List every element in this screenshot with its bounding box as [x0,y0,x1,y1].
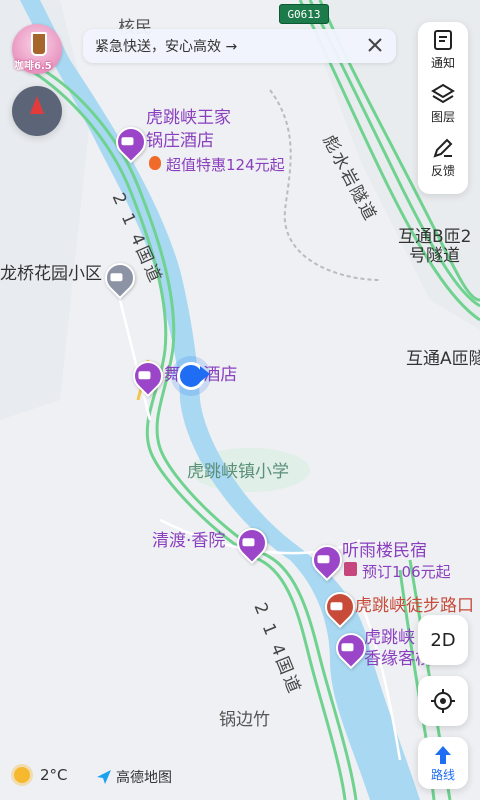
qingdu-label[interactable]: 清渡·香院 [152,531,225,551]
feedback-edit-icon [433,138,453,158]
close-icon[interactable] [366,36,384,54]
mode-2d-label: 2D [430,629,456,651]
compass-icon [30,96,44,114]
route-button[interactable]: 路线 [418,737,468,789]
coffee-ad-badge[interactable]: 咖啡6.5 [12,24,62,74]
coffee-ad-text: 咖啡6.5 [14,61,52,72]
xiangyuan-line1[interactable]: 虎跳峡 [364,628,415,648]
notify-label: 通知 [430,55,455,70]
locate-crosshair-icon [431,689,455,713]
trail-entrance-label[interactable]: 虎跳峡徒步路口 [355,596,474,616]
layers-label: 图层 [430,109,455,124]
locate-button[interactable] [418,676,468,726]
map-mode-2d-button[interactable]: 2D [418,615,468,665]
amap-logo-icon [97,770,111,784]
ticket-icon [344,562,357,576]
feedback-button[interactable]: 反馈 [418,130,468,184]
notify-button[interactable]: 通知 [418,22,468,76]
route-arrow-icon [435,745,451,764]
tingyulou-deal[interactable]: 预订106元起 [362,562,451,582]
tunnel-b-line2: 号隧道 [409,246,460,266]
fire-icon [149,156,161,170]
school-label[interactable]: 虎跳峡镇小学 [187,462,289,482]
map-canvas[interactable] [0,0,480,800]
tunnel-b-line1: 互通B匝2 [398,227,472,247]
hotel-wang-name-line2[interactable]: 锅庄酒店 [146,131,214,151]
side-panel: 通知 图层 反馈 [418,22,468,194]
compass-button[interactable] [12,86,62,136]
longqiao-community[interactable]: 龙桥花园小区 [0,264,102,284]
hotel-wang-name-line1[interactable]: 虎跳峡王家 [146,108,231,128]
temperature-text: 2°C [40,766,68,784]
tunnel-a: 互通A匝隧 [406,349,480,369]
weather-widget[interactable]: 2°C [14,766,68,784]
highway-shield: G0613 [279,4,329,24]
guobianzhu-label: 锅边竹 [219,710,270,730]
coffee-cup-icon [31,32,47,56]
hotel-wang-deal[interactable]: 超值特惠124元起 [166,155,285,175]
notice-text: 紧急快送，安心高效 → [95,39,238,55]
tingyulou-label[interactable]: 听雨楼民宿 [342,541,427,561]
notice-banner[interactable]: 紧急快送，安心高效 → [83,29,396,63]
heading-arrow-icon [200,366,210,382]
route-label: 路线 [430,767,455,782]
layers-button[interactable]: 图层 [418,76,468,130]
sun-icon [14,767,30,783]
layers-icon [431,83,455,103]
brand-logo: 高德地图 [96,767,172,787]
feedback-label: 反馈 [430,163,455,178]
brand-text: 高德地图 [116,770,172,786]
notify-icon [434,29,452,50]
